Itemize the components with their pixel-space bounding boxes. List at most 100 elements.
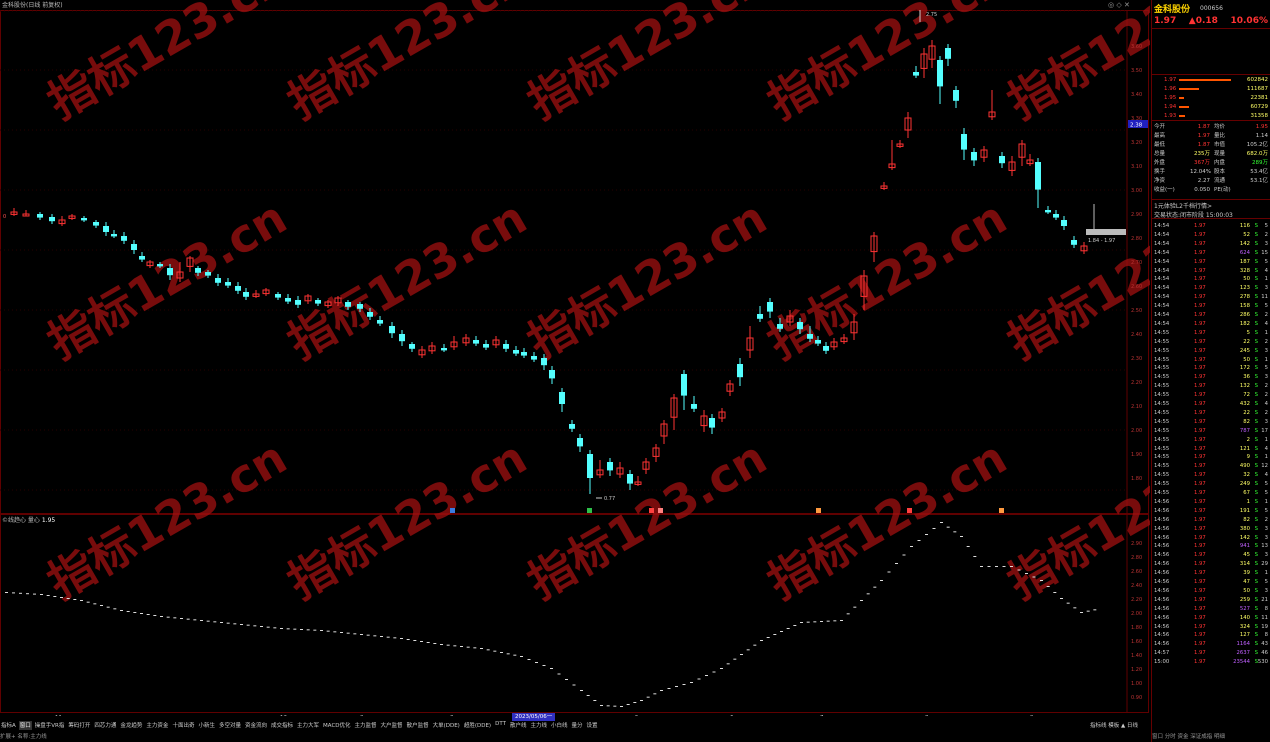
sub-line-dot	[46, 595, 50, 596]
sub-line-dot	[140, 613, 143, 614]
indicator-tab[interactable]: 四芯力通	[93, 721, 117, 730]
indicator-tabs[interactable]: 指标A 窗口 操盘手VR指 筹码打开 四芯力通 金龙趋势 主力资金 十面出奇 小新生 多空对量 资金…	[0, 721, 1150, 730]
quote-stat-row: 换手 12.04% 股本 53.4亿	[1154, 168, 1268, 176]
indicator-tab[interactable]: 散户监督	[406, 721, 430, 730]
candle-body-down	[243, 292, 249, 297]
candle-body-down	[111, 234, 117, 237]
trade-row: 14:54 1.97 116 S 5	[1154, 222, 1268, 230]
trade-time: 14:54	[1154, 223, 1170, 229]
x-axis-month: 6	[730, 715, 734, 716]
stat-label: 净资	[1154, 178, 1166, 184]
stock-name[interactable]: 金科股份	[1154, 2, 1190, 15]
trade-price: 1.97	[1194, 507, 1206, 514]
indicator-tab[interactable]: 窗口	[18, 721, 32, 730]
indicator-tab[interactable]: 主力监督	[354, 721, 378, 730]
trade-side: S	[1254, 516, 1258, 523]
indicator-tab[interactable]: MACD优化	[322, 721, 352, 730]
trade-price: 1.97	[1194, 561, 1206, 568]
trade-volume: 5	[1246, 329, 1250, 336]
sub-line-dot	[653, 693, 657, 695]
quote-stat-row: 总量 235万 现量 682.0万	[1154, 150, 1268, 158]
sub-line-dot	[820, 621, 823, 622]
kline-chart[interactable]: 指标123.cn指标123.cn指标123.cn指标123.cn指标123.cn…	[0, 0, 1255, 721]
quote-stat-row: 最低 1.87 市值 105.2亿	[1154, 141, 1268, 149]
sub-line-dot	[160, 616, 163, 617]
trade-price: 1.97	[1194, 240, 1206, 247]
indicator-tab[interactable]: 金龙趋势	[119, 721, 143, 730]
trade-volume: 36	[1243, 374, 1250, 381]
indicator-tab[interactable]: DTT	[494, 721, 507, 730]
trade-price: 1.97	[1194, 374, 1206, 381]
sub-line-dot	[1086, 610, 1090, 612]
trade-row: 14:56 1.97 142 S 3	[1154, 534, 1268, 542]
trade-row: 14:54 1.97 50 S 1	[1154, 275, 1268, 283]
indicator-tab[interactable]: 设置	[586, 721, 599, 730]
indicator-tab[interactable]: 多空对量	[218, 721, 242, 730]
range-bar	[1086, 229, 1126, 235]
trade-price: 1.97	[1194, 650, 1206, 657]
trade-time: 14:56	[1154, 579, 1170, 585]
sub-line-dot	[1040, 580, 1043, 581]
trade-count: 4	[1264, 445, 1268, 452]
indicator-tab[interactable]: 超胜(DDE)	[463, 721, 492, 730]
trade-side: S	[1254, 356, 1258, 363]
trade-price: 1.97	[1194, 632, 1206, 639]
indicator-tab[interactable]: 成交指标	[270, 721, 294, 730]
sub-line-dot	[220, 622, 223, 623]
indicator-tab[interactable]: 主力线	[529, 721, 548, 730]
watermark-text: 指标123.cn	[39, 190, 296, 370]
price-axis-label: 1.80	[1131, 476, 1142, 482]
window-controls[interactable]: ◎ ◇ ✕	[1108, 1, 1130, 9]
sub-line-dot	[760, 640, 763, 641]
indicator-tab[interactable]: 主力大军	[296, 721, 320, 730]
trade-volume: 787	[1239, 427, 1250, 434]
stat-value: 53.1亿	[1250, 178, 1268, 184]
trade-count: 15	[1261, 249, 1268, 256]
trade-count: 4	[1264, 401, 1268, 407]
indicator-tab[interactable]: 主力资金	[145, 721, 169, 730]
sub-line-dot	[453, 645, 457, 647]
panel-footer-tabs[interactable]: 窗口 分时 资金 深证成指 明细	[1152, 732, 1225, 740]
sub-line-dot	[246, 624, 250, 626]
sub-line-dot	[1053, 592, 1057, 593]
period-bar[interactable]: 指标线 模板 ▲ 日线	[1090, 721, 1138, 729]
sub-line-dot	[593, 700, 597, 701]
indicator-tab[interactable]: 量分	[570, 721, 583, 730]
trade-count: 46	[1261, 650, 1268, 657]
sub-line-dot	[173, 617, 177, 619]
indicator-tab[interactable]: 大单(DDE)	[432, 721, 461, 730]
candle-body-down	[37, 214, 43, 218]
candle-body-down	[757, 314, 763, 319]
sub-line-dot	[1073, 607, 1077, 609]
trade-price: 1.97	[1194, 481, 1206, 488]
candle-body-down	[131, 244, 137, 250]
indicator-tab[interactable]: 指标A	[0, 721, 17, 730]
indicator-tab[interactable]: 资金流向	[244, 721, 268, 730]
indicator-tab[interactable]: 筹码打开	[67, 721, 91, 730]
sub-line-dot	[333, 631, 337, 633]
indicator-tab[interactable]: 十面出奇	[171, 721, 195, 730]
indicator-tab[interactable]: 大户监督	[380, 721, 404, 730]
quote-stat-row: 今开 1.87 均价 1.95	[1154, 123, 1268, 131]
sub-axis-label: 2.00	[1131, 611, 1142, 617]
trade-volume: 624	[1239, 249, 1250, 256]
trade-row: 14:55 1.97 490 S 12	[1154, 462, 1268, 470]
chart-area[interactable]: 指标123.cn 指标123.cn 指标123.cn 指标123.cn 指标123.cn…	[0, 0, 1255, 721]
indicator-tab[interactable]: 操盘手VR指	[34, 721, 66, 730]
trade-volume: 2637	[1236, 650, 1250, 657]
indicator-tab[interactable]: 小白线	[550, 721, 569, 730]
candle-body-down	[389, 326, 395, 334]
candle-body-down	[441, 348, 447, 351]
indicator-tab[interactable]: 小新生	[197, 721, 216, 730]
sub-line-dot	[880, 580, 883, 581]
l2-promo-link[interactable]: 1元体验L2千档行情>	[1154, 201, 1212, 210]
price-change: ▲0.18	[1188, 16, 1218, 26]
trade-time: 14:54	[1154, 303, 1170, 310]
indicator-tab[interactable]: 散户线	[509, 721, 528, 730]
x-axis-month: 12	[280, 715, 287, 716]
trade-time: 14:54	[1154, 285, 1170, 292]
candle-body-down	[49, 217, 55, 222]
trade-row: 14:55 1.97 432 S 4	[1154, 400, 1268, 408]
stat-value: 1.95	[1255, 124, 1268, 130]
trade-volume: 39	[1243, 570, 1250, 577]
